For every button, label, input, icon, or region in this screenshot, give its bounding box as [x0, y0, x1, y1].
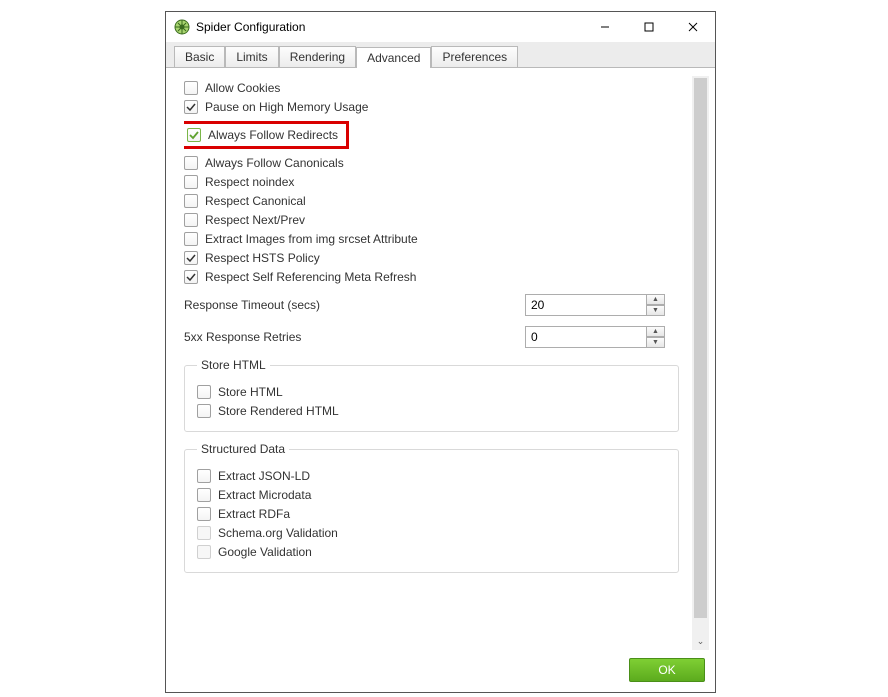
checkbox-jsonld[interactable] [197, 469, 211, 483]
label-respect-canonical: Respect Canonical [205, 194, 306, 208]
tab-basic[interactable]: Basic [174, 46, 225, 67]
app-icon [174, 19, 190, 35]
label-schema: Schema.org Validation [218, 526, 338, 540]
spinner-up-icon[interactable]: ▲ [647, 294, 665, 305]
spinner-down-icon[interactable]: ▼ [647, 305, 665, 316]
label-extract-srcset: Extract Images from img srcset Attribute [205, 232, 418, 246]
minimize-button[interactable] [583, 12, 627, 42]
highlighted-row: Always Follow Redirects [184, 121, 349, 149]
dialog-footer: OK [166, 650, 715, 692]
spinner-down-icon[interactable]: ▼ [647, 337, 665, 348]
checkbox-google [197, 545, 211, 559]
row-extract-srcset: Extract Images from img srcset Attribute [184, 232, 685, 246]
tabs-bar: Basic Limits Rendering Advanced Preferen… [166, 42, 715, 68]
window-controls [583, 12, 715, 42]
checkbox-always-redirects[interactable] [187, 128, 201, 142]
scroll-down-icon[interactable]: ⌄ [692, 633, 709, 650]
row-response-timeout: Response Timeout (secs) ▲ ▼ [184, 294, 685, 316]
checkbox-microdata[interactable] [197, 488, 211, 502]
tab-preferences[interactable]: Preferences [431, 46, 518, 67]
row-always-canonicals: Always Follow Canonicals [184, 156, 685, 170]
spinner-retries: ▲ ▼ [525, 326, 665, 348]
label-respect-noindex: Respect noindex [205, 175, 294, 189]
row-respect-canonical: Respect Canonical [184, 194, 685, 208]
row-pause-memory: Pause on High Memory Usage [184, 100, 685, 114]
ok-button[interactable]: OK [629, 658, 705, 682]
label-store-rendered: Store Rendered HTML [218, 404, 339, 418]
input-retries[interactable] [525, 326, 647, 348]
legend-store-html: Store HTML [197, 358, 270, 372]
label-respect-hsts: Respect HSTS Policy [205, 251, 320, 265]
label-rdfa: Extract RDFa [218, 507, 290, 521]
checkbox-always-canonicals[interactable] [184, 156, 198, 170]
legend-structured: Structured Data [197, 442, 289, 456]
label-jsonld: Extract JSON-LD [218, 469, 310, 483]
label-pause-memory: Pause on High Memory Usage [205, 100, 368, 114]
label-store-html: Store HTML [218, 385, 283, 399]
spinner-response-timeout: ▲ ▼ [525, 294, 665, 316]
titlebar: Spider Configuration [166, 12, 715, 42]
row-allow-cookies: Allow Cookies [184, 81, 685, 95]
checkbox-store-rendered[interactable] [197, 404, 211, 418]
label-always-redirects: Always Follow Redirects [208, 128, 338, 142]
row-respect-nextprev: Respect Next/Prev [184, 213, 685, 227]
group-store-html: Store HTML Store HTML Store Rendered HTM… [184, 358, 679, 432]
label-microdata: Extract Microdata [218, 488, 311, 502]
close-button[interactable] [671, 12, 715, 42]
checkbox-store-html[interactable] [197, 385, 211, 399]
checkbox-allow-cookies[interactable] [184, 81, 198, 95]
label-respect-nextprev: Respect Next/Prev [205, 213, 305, 227]
row-respect-hsts: Respect HSTS Policy [184, 251, 685, 265]
checkbox-respect-hsts[interactable] [184, 251, 198, 265]
scrollbar[interactable]: ⌄ [692, 76, 709, 650]
checkbox-schema [197, 526, 211, 540]
tab-advanced[interactable]: Advanced [356, 47, 431, 68]
label-allow-cookies: Allow Cookies [205, 81, 280, 95]
checkbox-respect-canonical[interactable] [184, 194, 198, 208]
spinner-up-icon[interactable]: ▲ [647, 326, 665, 337]
scroll-thumb[interactable] [694, 78, 707, 618]
tab-rendering[interactable]: Rendering [279, 46, 356, 67]
window-title: Spider Configuration [196, 20, 583, 34]
config-dialog: Spider Configuration Basic Limits Render… [165, 11, 716, 693]
input-response-timeout[interactable] [525, 294, 647, 316]
row-respect-selfref: Respect Self Referencing Meta Refresh [184, 270, 685, 284]
checkbox-respect-noindex[interactable] [184, 175, 198, 189]
checkbox-pause-memory[interactable] [184, 100, 198, 114]
row-retries: 5xx Response Retries ▲ ▼ [184, 326, 685, 348]
checkbox-rdfa[interactable] [197, 507, 211, 521]
maximize-button[interactable] [627, 12, 671, 42]
row-respect-noindex: Respect noindex [184, 175, 685, 189]
checkbox-respect-nextprev[interactable] [184, 213, 198, 227]
label-google: Google Validation [218, 545, 312, 559]
group-structured-data: Structured Data Extract JSON-LD Extract … [184, 442, 679, 573]
label-always-canonicals: Always Follow Canonicals [205, 156, 344, 170]
tab-content: Allow Cookies Pause on High Memory Usage… [166, 68, 715, 650]
label-response-timeout: Response Timeout (secs) [184, 298, 320, 312]
tab-limits[interactable]: Limits [225, 46, 278, 67]
checkbox-extract-srcset[interactable] [184, 232, 198, 246]
label-retries: 5xx Response Retries [184, 330, 301, 344]
checkbox-respect-selfref[interactable] [184, 270, 198, 284]
label-respect-selfref: Respect Self Referencing Meta Refresh [205, 270, 416, 284]
